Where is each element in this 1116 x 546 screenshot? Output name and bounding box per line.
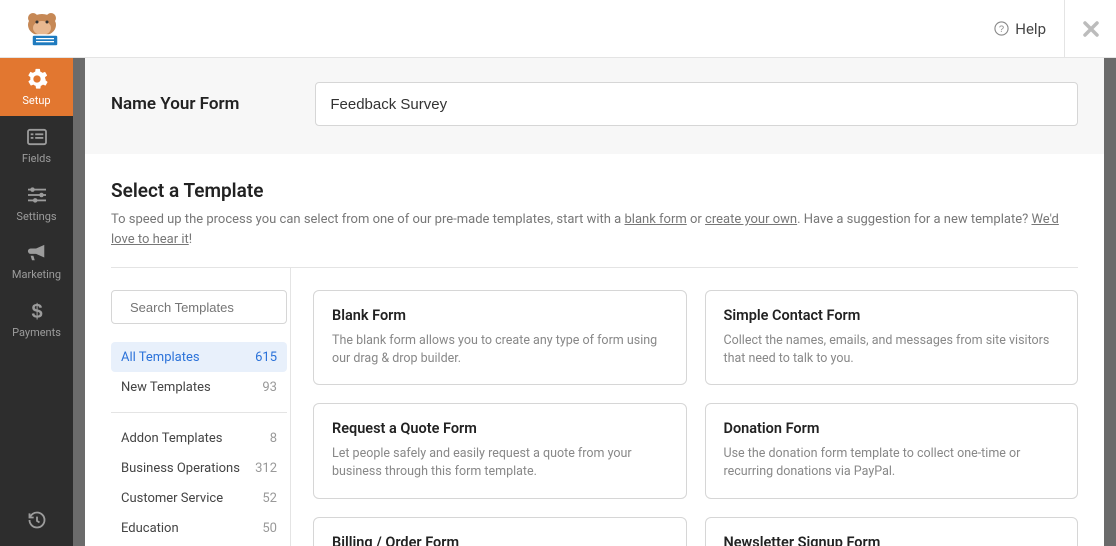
template-card-blank-form[interactable]: Blank Form The blank form allows you to … [313,290,687,385]
history-icon [27,510,47,530]
card-desc: Use the donation form template to collec… [724,445,1060,481]
gear-icon [26,68,48,90]
close-button[interactable] [1064,0,1116,57]
sidebar-label: Settings [16,210,56,223]
create-own-link[interactable]: create your own [705,212,797,227]
category-all-templates[interactable]: All Templates 615 [111,342,287,372]
template-content: Select a Template To speed up the proces… [85,155,1104,546]
sidebar-item-settings[interactable]: Settings [0,174,73,232]
card-title: Simple Contact Form [724,307,1060,324]
category-addon[interactable]: Addon Templates 8 [111,423,287,453]
templates-grid: Blank Form The blank form allows you to … [313,290,1078,546]
template-card-newsletter[interactable]: Newsletter Signup Form Gather your site … [705,517,1079,546]
panel: Name Your Form Select a Template To spee… [85,58,1104,546]
card-title: Blank Form [332,307,668,324]
svg-text:?: ? [999,24,1004,34]
fields-icon [26,126,48,148]
dollar-icon: $ [26,300,48,322]
card-title: Request a Quote Form [332,420,668,437]
section-title: Select a Template [111,179,1078,202]
blank-form-link[interactable]: blank form [624,212,686,227]
category-customer-service[interactable]: Customer Service 52 [111,483,287,513]
card-desc: Let people safely and easily request a q… [332,445,668,481]
template-card-simple-contact[interactable]: Simple Contact Form Collect the names, e… [705,290,1079,385]
sidebar-item-payments[interactable]: $ Payments [0,290,73,348]
category-new-templates[interactable]: New Templates 93 [111,372,287,402]
category-business-operations[interactable]: Business Operations 312 [111,453,287,483]
sidebar-item-setup[interactable]: Setup [0,58,73,116]
template-card-donation[interactable]: Donation Form Use the donation form temp… [705,403,1079,498]
card-title: Billing / Order Form [332,534,668,546]
sidebar-label: Fields [22,152,51,165]
sidebar-label: Marketing [12,268,61,281]
content-outer: Name Your Form Select a Template To spee… [73,58,1116,546]
sidebar-label: Payments [12,326,61,339]
card-desc: The blank form allows you to create any … [332,332,668,368]
name-row: Name Your Form [85,58,1104,155]
sidebar-item-marketing[interactable]: Marketing [0,232,73,290]
app-logo [12,11,72,47]
card-title: Newsletter Signup Form [724,534,1060,546]
section-subtitle: To speed up the process you can select f… [111,210,1078,268]
sidebar: Setup Fields Settings Marketing $ Paymen… [0,58,73,546]
card-title: Donation Form [724,420,1060,437]
sidebar-item-fields[interactable]: Fields [0,116,73,174]
card-desc: Collect the names, emails, and messages … [724,332,1060,368]
sidebar-label: Setup [22,94,50,107]
sidebar-bottom-revision[interactable] [0,494,73,546]
search-input[interactable] [130,300,306,315]
category-education[interactable]: Education 50 [111,513,287,543]
category-column: All Templates 615 New Templates 93 Addon… [111,268,291,546]
help-icon: ? [994,21,1009,36]
search-templates[interactable] [111,290,287,324]
templates-grid-wrap: Blank Form The blank form allows you to … [291,268,1078,546]
template-card-request-quote[interactable]: Request a Quote Form Let people safely a… [313,403,687,498]
template-card-billing-order[interactable]: Billing / Order Form Receive payments on… [313,517,687,546]
close-icon [1082,20,1100,38]
sliders-icon [26,184,48,206]
name-label: Name Your Form [111,94,239,114]
form-name-input[interactable] [315,82,1078,126]
topbar: ? Help [0,0,1116,58]
help-label: Help [1015,20,1046,38]
help-button[interactable]: ? Help [976,0,1064,57]
svg-text:$: $ [31,301,42,322]
bullhorn-icon [26,242,48,264]
